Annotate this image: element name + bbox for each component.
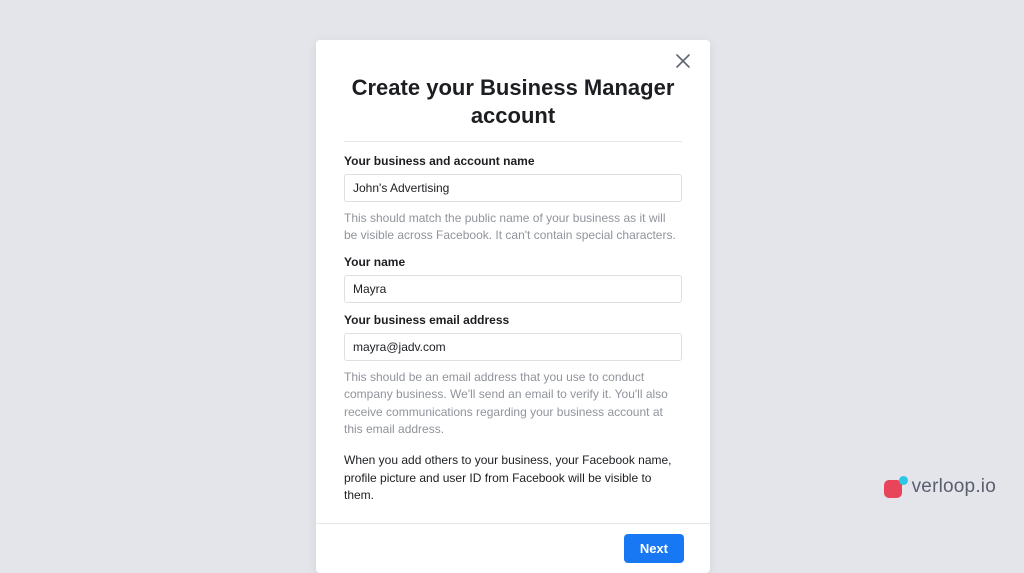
business-name-help: This should match the public name of you… [344,210,682,245]
your-name-input[interactable] [344,275,682,303]
verloop-icon [884,476,906,498]
close-button[interactable] [676,54,696,74]
your-name-label: Your name [344,255,682,269]
email-help: This should be an email address that you… [344,369,682,439]
visibility-info: When you add others to your business, yo… [344,452,682,504]
modal-header: Create your Business Manager account [316,40,710,141]
modal-title: Create your Business Manager account [344,74,682,129]
business-name-input[interactable] [344,174,682,202]
modal-footer: Next [316,523,710,573]
business-name-label: Your business and account name [344,154,682,168]
email-input[interactable] [344,333,682,361]
create-business-modal: Create your Business Manager account You… [316,40,710,573]
next-button[interactable]: Next [624,534,684,563]
close-icon [676,54,690,68]
brand-watermark: verloop.io [884,476,996,498]
brand-name: verloop.io [912,476,996,498]
modal-body: Your business and account name This shou… [316,142,710,523]
email-label: Your business email address [344,313,682,327]
